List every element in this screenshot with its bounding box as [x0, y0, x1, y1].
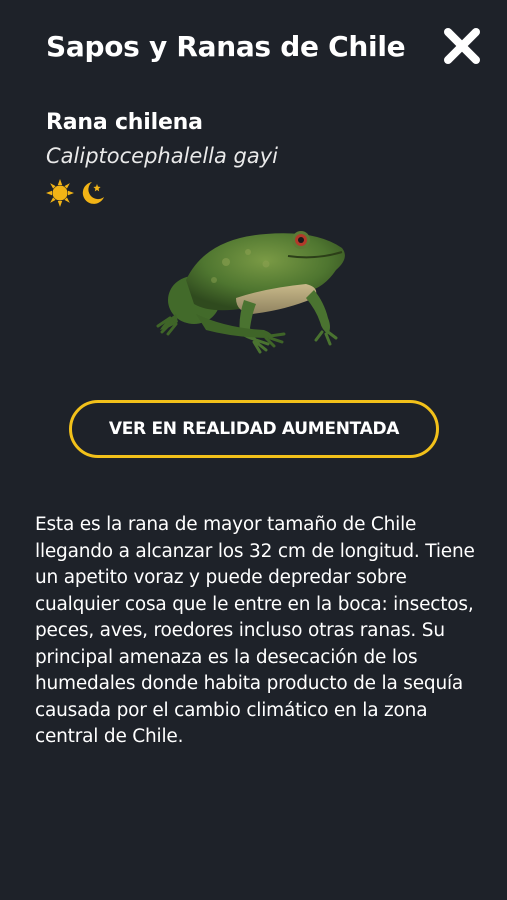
species-common-name: Rana chilena — [46, 110, 203, 135]
close-x-icon[interactable] — [440, 26, 484, 66]
moon-icon — [82, 182, 104, 204]
close-button[interactable] — [440, 26, 484, 66]
species-scientific-name: Caliptocephalella gayi — [46, 144, 279, 168]
sun-icon — [46, 179, 74, 207]
frog-icon — [156, 231, 345, 354]
page-title: Sapos y Ranas de Chile — [46, 30, 406, 63]
ar-view-button[interactable]: VER EN REALIDAD AUMENTADA — [69, 400, 439, 458]
activity-icons — [46, 178, 108, 208]
species-description: Esta es la rana de mayor tamaño de Chile… — [35, 514, 475, 747]
